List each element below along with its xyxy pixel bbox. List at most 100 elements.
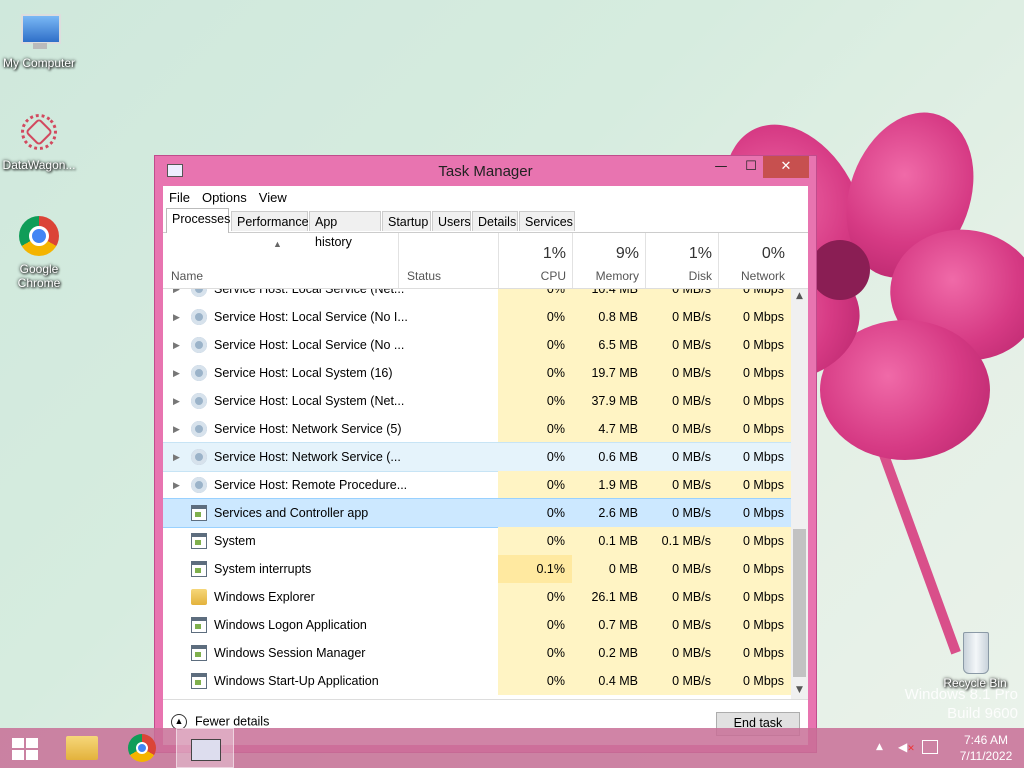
process-network: 0 Mbps	[718, 303, 791, 331]
close-button[interactable]: ✕	[763, 156, 809, 178]
process-row[interactable]: Services and Controller app 0% 2.6 MB 0 MB/…	[163, 498, 791, 528]
clock[interactable]: 7:46 AM 7/11/2022	[956, 732, 1016, 764]
process-row[interactable]: Windows Explorer 0% 26.1 MB 0 MB/s 0 Mbps	[163, 583, 791, 611]
tab-processes[interactable]: Processes	[166, 208, 230, 233]
network-icon[interactable]	[922, 740, 938, 754]
gear-icon	[191, 421, 207, 437]
process-network: 0 Mbps	[718, 583, 791, 611]
process-row[interactable]: Windows Session Manager 0% 0.2 MB 0 MB/s 0 M…	[163, 639, 791, 667]
tab-startup[interactable]: Startup	[382, 211, 431, 231]
process-network: 0 Mbps	[718, 667, 791, 695]
process-name: Service Host: Network Service (5)	[214, 422, 402, 436]
process-row[interactable]: ▶ Service Host: Local System (Net... 0% 37.…	[163, 387, 791, 415]
process-network: 0 Mbps	[718, 289, 791, 303]
tab-services[interactable]: Services	[519, 211, 575, 231]
process-name: Service Host: Local Service (Net...	[214, 289, 405, 296]
maximize-button[interactable]: ☐	[736, 156, 766, 178]
process-name: Service Host: Local System (Net...	[214, 394, 405, 408]
menu-options[interactable]: Options	[202, 190, 247, 205]
process-network: 0 Mbps	[718, 359, 791, 387]
column-name[interactable]: ▲ Name	[163, 233, 398, 288]
clock-time: 7:46 AM	[963, 733, 1009, 747]
expand-arrow-icon[interactable]: ▶	[173, 443, 180, 471]
process-row[interactable]: ▶ Service Host: Local System (16) 0% 19.7 M…	[163, 359, 791, 387]
show-hidden-icons-icon[interactable]: ▲	[876, 742, 883, 752]
process-disk: 0 MB/s	[672, 506, 711, 520]
process-row[interactable]: ▶ Service Host: Local Service (Net... 0% 10…	[163, 289, 791, 303]
column-name-label: Name	[171, 269, 204, 283]
process-network: 0 Mbps	[718, 639, 791, 667]
process-row[interactable]: ▶ Service Host: Remote Procedure... 0% 1.9 …	[163, 471, 791, 499]
tab-users[interactable]: Users	[432, 211, 471, 231]
process-cpu: 0%	[498, 289, 572, 303]
desktop-icon-google-chrome[interactable]: Google Chrome	[1, 216, 77, 290]
taskbar-task-manager[interactable]	[176, 728, 234, 768]
process-disk: 0 MB/s	[645, 387, 718, 415]
taskbar-file-explorer[interactable]	[60, 728, 104, 768]
column-disk-label: Disk	[688, 269, 712, 283]
process-disk: 0 MB/s	[645, 331, 718, 359]
desktop-icon-recycle-bin[interactable]: Recycle Bin	[937, 630, 1013, 690]
column-cpu[interactable]: 1% CPU	[498, 233, 572, 288]
process-name: Service Host: Local System (16)	[214, 366, 393, 380]
process-memory: 0.7 MB	[572, 611, 645, 639]
column-memory[interactable]: 9% Memory	[572, 233, 645, 288]
expand-arrow-icon[interactable]: ▶	[173, 471, 180, 499]
tab-performance[interactable]: Performance	[231, 211, 309, 231]
process-cpu: 0%	[498, 667, 572, 695]
expand-arrow-icon[interactable]: ▶	[173, 303, 180, 331]
scroll-down-arrow-icon[interactable]: ▼	[791, 685, 808, 695]
taskbar: ▲ ◀✕ 7:46 AM 7/11/2022	[0, 728, 1024, 768]
column-disk[interactable]: 1% Disk	[645, 233, 718, 288]
vertical-scrollbar[interactable]: ▲ ▼	[791, 289, 808, 699]
taskbar-chrome[interactable]	[120, 728, 164, 768]
minimize-button[interactable]: —	[706, 156, 736, 178]
process-row[interactable]: ▶ Service Host: Local Service (No ... 0% 6.…	[163, 331, 791, 359]
column-network[interactable]: 0% Network	[718, 233, 791, 288]
gear-icon	[191, 365, 207, 381]
app-icon	[191, 561, 207, 577]
process-row[interactable]: System interrupts 0.1% 0 MB 0 MB/s 0 Mbps	[163, 555, 791, 583]
expand-arrow-icon[interactable]: ▶	[173, 331, 180, 359]
recycle-bin-icon	[953, 630, 997, 674]
process-name: Services and Controller app	[214, 506, 369, 520]
process-row[interactable]: ▶ Service Host: Local Service (No I... 0% 0…	[163, 303, 791, 331]
process-name: Windows Logon Application	[214, 618, 367, 632]
expand-arrow-icon[interactable]: ▶	[173, 387, 180, 415]
process-row[interactable]: System 0% 0.1 MB 0.1 MB/s 0 Mbps	[163, 527, 791, 555]
tab-bar: Processes Performance App history Startu…	[163, 208, 808, 249]
tab-details[interactable]: Details	[472, 211, 518, 231]
column-status[interactable]: Status	[398, 233, 498, 288]
process-memory: 2.6 MB	[598, 506, 638, 520]
expand-arrow-icon[interactable]: ▶	[173, 359, 180, 387]
process-name: Service Host: Network Service (...	[214, 450, 401, 464]
process-network: 0 Mbps	[743, 450, 784, 464]
expand-arrow-icon[interactable]: ▶	[173, 289, 180, 303]
process-cpu: 0%	[546, 506, 565, 520]
process-row[interactable]: ▶ Service Host: Network Service (5) 0% 4.7 …	[163, 415, 791, 443]
scroll-up-arrow-icon[interactable]: ▲	[791, 291, 808, 301]
menu-file[interactable]: File	[169, 190, 190, 205]
tab-app-history[interactable]: App history	[309, 211, 381, 249]
start-button[interactable]	[8, 728, 44, 768]
expand-arrow-icon[interactable]: ▶	[173, 415, 180, 443]
process-disk: 0 MB/s	[672, 450, 711, 464]
process-disk: 0 MB/s	[645, 415, 718, 443]
process-row[interactable]: ▶ Service Host: Network Service (... 0% 0.6…	[163, 442, 791, 472]
desktop-icon-datawagon[interactable]: DataWagon...	[1, 106, 77, 172]
desktop-icon-label: My Computer	[2, 56, 76, 70]
process-network: 0 Mbps	[718, 387, 791, 415]
menu-view[interactable]: View	[259, 190, 287, 205]
title-bar[interactable]: Task Manager — ☐ ✕	[155, 156, 816, 186]
process-memory: 26.1 MB	[572, 583, 645, 611]
task-manager-icon	[191, 739, 221, 761]
datawagon-icon	[13, 106, 65, 158]
process-network: 0 Mbps	[743, 506, 784, 520]
scrollbar-thumb[interactable]	[793, 529, 806, 677]
fewer-details-label: Fewer details	[195, 714, 270, 729]
process-network: 0 Mbps	[718, 471, 791, 499]
process-row[interactable]: Windows Logon Application 0% 0.7 MB 0 MB/s 0…	[163, 611, 791, 639]
process-row[interactable]: Windows Start-Up Application 0% 0.4 MB 0 MB…	[163, 667, 791, 695]
speaker-muted-icon[interactable]: ◀✕	[898, 740, 915, 754]
desktop-icon-my-computer[interactable]: My Computer	[1, 10, 77, 70]
